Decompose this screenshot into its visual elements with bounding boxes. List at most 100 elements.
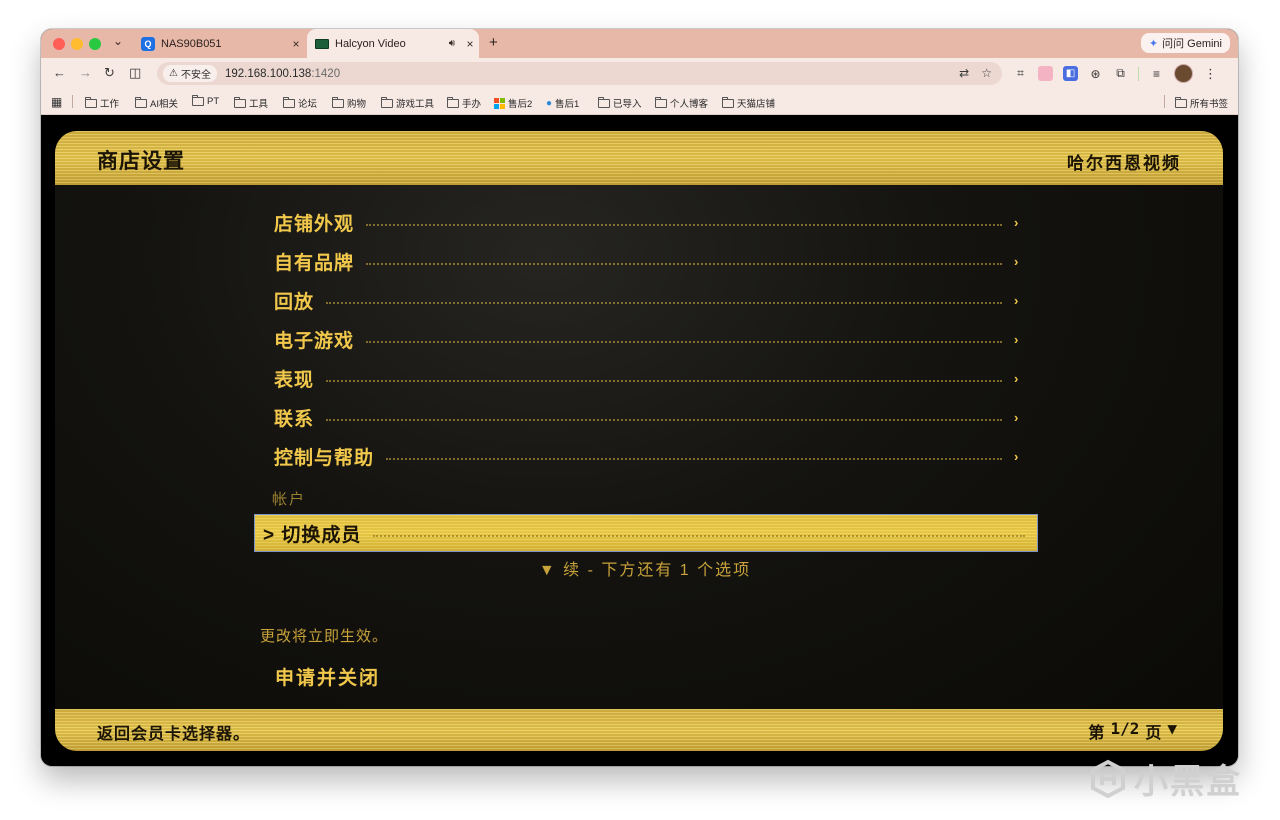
bookmark-folder[interactable]: 游戏工具 (381, 96, 434, 110)
effect-note: 更改将立即生效。 (260, 628, 389, 645)
watermark: 小黑盒 (1088, 754, 1242, 803)
close-window-button[interactable] (53, 38, 65, 50)
header-bar: 商店设置 哈尔西恩视频 (55, 131, 1223, 185)
folder-icon (381, 96, 393, 108)
menu-item-playback[interactable]: 回放 › (260, 284, 1030, 316)
menu-item-performance[interactable]: 表现 › (260, 362, 1030, 394)
folder-icon (722, 96, 734, 108)
dot-leader (326, 379, 1002, 382)
section-label-account: 帐户 (272, 491, 307, 508)
extensions-puzzle-icon[interactable]: ⧉ (1113, 66, 1128, 81)
tab-nas[interactable]: Q NAS90B051 × (133, 29, 305, 58)
bookmark-label: 手办 (462, 99, 482, 110)
chevron-right-icon: › (1014, 292, 1020, 308)
bookmark-label: 天猫店铺 (737, 99, 776, 110)
bookmarks-divider (1164, 95, 1165, 108)
menu-item-label: > 切换成员 (255, 520, 361, 547)
close-tab-icon[interactable]: × (287, 37, 305, 51)
page-prefix: 第 (1088, 723, 1105, 742)
url-text: 192.168.100.138:1420 (225, 68, 340, 80)
bookmark-folder[interactable]: PT (192, 95, 219, 107)
bookmark-folder[interactable]: 论坛 (283, 96, 317, 110)
menu-item-controls-help[interactable]: 控制与帮助 › (260, 440, 1030, 472)
site-info-badge[interactable]: ⚠ 不安全 (163, 65, 217, 82)
minimize-window-button[interactable] (71, 38, 83, 50)
folder-icon (135, 96, 147, 108)
speaker-icon[interactable]: 🔊︎ (449, 38, 455, 49)
more-menu-icon[interactable]: ⋮ (1203, 66, 1218, 81)
page-down-arrow-icon: ▼ (1167, 719, 1177, 738)
bookmark-folder[interactable]: 工作 (85, 96, 119, 110)
bookmark-label: 个人博客 (670, 99, 709, 110)
pink-extension-icon[interactable] (1038, 66, 1053, 81)
chevron-right-icon: › (1014, 253, 1020, 269)
menu-item-label: 表现 (274, 369, 315, 391)
folder-icon (283, 96, 295, 108)
reload-icon[interactable]: ↻ (104, 65, 115, 81)
bookmark-folder[interactable]: 天猫店铺 (722, 96, 775, 110)
bookmark-star-icon[interactable]: ☆ (981, 66, 992, 80)
service-icon: ● (546, 97, 553, 109)
menu-item-label: 联系 (274, 408, 315, 430)
menu-item-label: 店铺外观 (274, 213, 355, 235)
forward-arrow-icon[interactable]: → (79, 65, 92, 80)
menu-item-contact[interactable]: 联系 › (260, 401, 1030, 433)
tab-bar: ⌄ Q NAS90B051 × Halcyon Video 🔊︎ × + ✦ 问… (41, 29, 1238, 58)
menu-item-label: 控制与帮助 (274, 447, 375, 469)
bookmark-folder[interactable]: 个人博客 (655, 96, 708, 110)
menu-item-switch-member[interactable]: > 切换成员 (254, 514, 1038, 552)
chevron-right-icon: › (1014, 214, 1020, 230)
translate-icon[interactable]: ⇄ (959, 66, 969, 80)
menu-item-label: 电子游戏 (274, 330, 355, 352)
menu-item-video-games[interactable]: 电子游戏 › (260, 323, 1030, 355)
dot-leader (326, 301, 1002, 304)
tab-list-chevron-icon[interactable]: ⌄ (113, 34, 123, 48)
menu-item-own-brand[interactable]: 自有品牌 › (260, 245, 1030, 277)
split-view-icon[interactable]: ◫ (129, 65, 141, 81)
page-content: 商店设置 哈尔西恩视频 店铺外观 › 自有品牌 › 回放 › 电子游戏 › 表现… (41, 115, 1238, 766)
q-app-icon: Q (141, 36, 155, 51)
dot-leader (366, 223, 1002, 226)
tab-title: Halcyon Video (335, 37, 406, 50)
blue-extension-icon[interactable]: ◧ (1063, 66, 1078, 81)
gemini-sparkle-icon: ✦ (1148, 37, 1159, 50)
dot-leader (366, 340, 1002, 343)
page-indicator[interactable]: 第 1/2 页 ▼ (1088, 719, 1177, 743)
bookmark-folder[interactable]: 工具 (234, 96, 268, 110)
bookmark-label: 所有书签 (1190, 99, 1229, 110)
profile-avatar[interactable] (1174, 64, 1193, 83)
screenshot-extension-icon[interactable]: ⌗ (1013, 66, 1028, 81)
openai-extension-icon[interactable]: ⊛ (1088, 66, 1103, 81)
bookmark-link[interactable]: ● 售后1 (546, 96, 580, 111)
bookmark-folder[interactable]: 购物 (332, 96, 366, 110)
bookmark-label: 工具 (249, 99, 269, 110)
bookmark-link[interactable]: 售后2 (494, 96, 532, 110)
bookmarks-divider (72, 95, 73, 108)
more-options-hint: ▼ 续 - 下方还有 1 个选项 (538, 562, 752, 579)
apply-and-close-button[interactable]: 申请并关闭 (275, 663, 380, 690)
maximize-window-button[interactable] (89, 38, 101, 50)
video-tab-icon (315, 38, 329, 49)
menu-item-store-appearance[interactable]: 店铺外观 › (260, 206, 1030, 238)
all-bookmarks-folder[interactable]: 所有书签 (1175, 96, 1228, 110)
bookmark-label: AI相关 (150, 99, 178, 110)
toolbar-divider (1138, 66, 1139, 81)
close-tab-icon[interactable]: × (461, 37, 479, 51)
back-arrow-icon[interactable]: ← (53, 65, 66, 80)
gemini-button[interactable]: ✦ 问问 Gemini (1140, 33, 1230, 53)
dot-leader (386, 457, 1002, 460)
settings-panel: 商店设置 哈尔西恩视频 店铺外观 › 自有品牌 › 回放 › 电子游戏 › 表现… (55, 131, 1223, 751)
bookmark-folder[interactable]: 手办 (447, 96, 481, 110)
apps-grid-icon[interactable]: ▦ (51, 95, 62, 109)
gemini-label: 问问 Gemini (1162, 38, 1222, 50)
bookmark-label: 游戏工具 (396, 99, 435, 110)
bookmark-folder[interactable]: AI相关 (135, 96, 178, 110)
reading-list-icon[interactable]: ≡ (1149, 66, 1164, 81)
bookmark-label: 售后1 (555, 99, 580, 110)
bookmark-folder[interactable]: 已导入 (598, 96, 642, 110)
tab-halcyon-video[interactable]: Halcyon Video 🔊︎ × (307, 29, 479, 58)
folder-icon (447, 96, 459, 108)
new-tab-icon[interactable]: + (489, 34, 498, 51)
chevron-right-icon: › (1014, 448, 1020, 464)
address-bar[interactable]: ⚠ 不安全 192.168.100.138:1420 ⇄ ☆ (157, 62, 1002, 85)
